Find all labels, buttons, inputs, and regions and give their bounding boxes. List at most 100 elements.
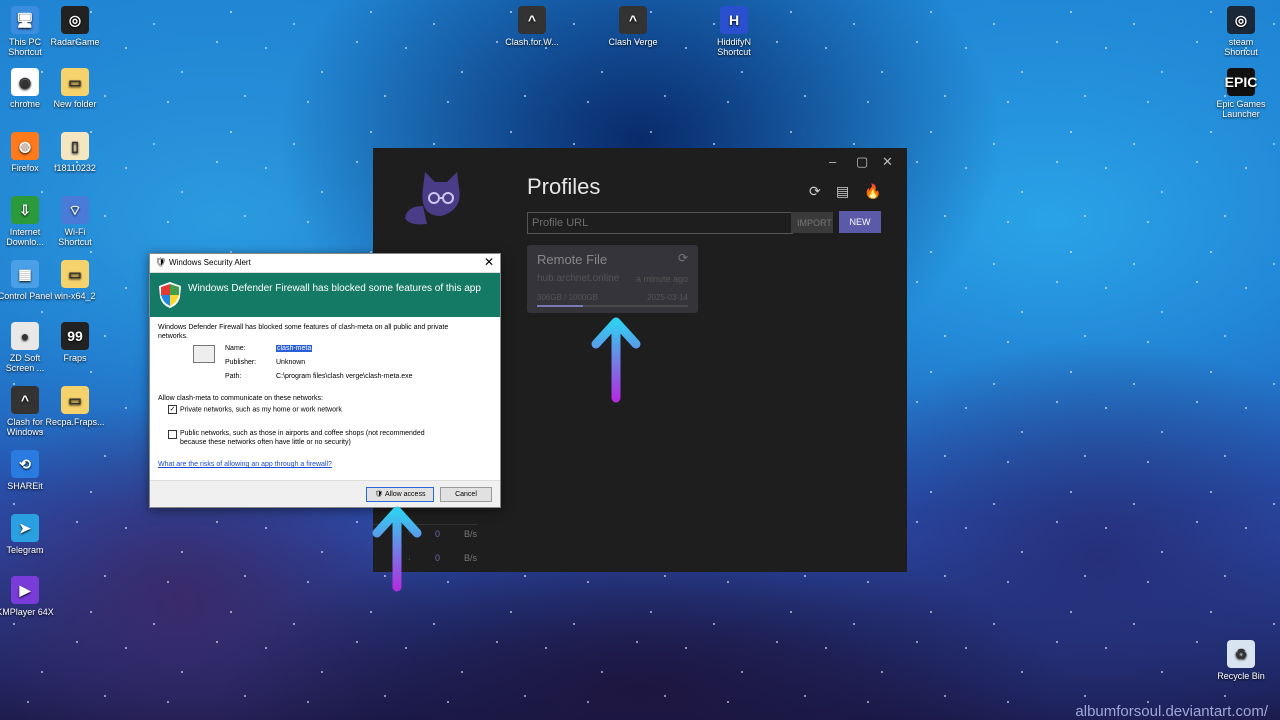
uac-shield-icon: 🛡 xyxy=(374,491,384,498)
close-button[interactable]: ✕ xyxy=(882,154,893,170)
path-label: Path: xyxy=(225,373,242,380)
control-panel-icon: ▦ xyxy=(11,260,39,288)
dialog-header: Windows Defender Firewall has blocked so… xyxy=(150,273,500,317)
cat-icon: ^ xyxy=(11,386,39,414)
desktop-icon-label: HiddifyN Shortcut xyxy=(716,37,751,57)
watermark-text: albumforsoul.deviantart.com/ xyxy=(1075,703,1268,720)
public-networks-label: Public networks, such as those in airpor… xyxy=(180,430,425,446)
annotation-arrow-up-icon xyxy=(372,506,422,592)
name-label: Name: xyxy=(225,345,246,352)
new-button[interactable]: NEW xyxy=(839,211,881,233)
desktop-icon[interactable]: ➤ Telegram xyxy=(0,514,57,555)
desktop-icon[interactable]: ▭ win-x64_2 xyxy=(43,260,107,301)
firewall-risks-link[interactable]: What are the risks of allowing an app th… xyxy=(158,460,332,469)
publisher-label: Publisher: xyxy=(225,359,257,366)
upload-speed-value: 0 xyxy=(435,529,441,539)
desktop-icon[interactable]: ▯ f18110232 xyxy=(43,132,107,173)
name-value-text: clash-meta xyxy=(276,345,313,352)
import-button[interactable]: IMPORT xyxy=(791,212,833,233)
desktop-icon-label: f18110232 xyxy=(54,163,96,173)
shareit-icon: ⟲ xyxy=(11,450,39,478)
download-speed-value: 0 xyxy=(435,553,441,563)
allow-access-button[interactable]: 🛡 Allow access xyxy=(366,487,434,502)
name-value: clash-meta xyxy=(276,344,313,353)
folder-icon: ▭ xyxy=(61,386,89,414)
recycle-bin-icon: ♻ xyxy=(1227,640,1255,668)
desktop-icon[interactable]: ^ Clash Verge xyxy=(601,6,665,47)
private-networks-label: Private networks, such as my home or wor… xyxy=(180,406,342,414)
desktop-icon[interactable]: EPIC Epic Games Launcher xyxy=(1209,68,1273,119)
desktop-icon[interactable]: ⟲ SHAREit xyxy=(0,450,57,491)
document-icon[interactable]: ▤ xyxy=(836,183,849,200)
profile-card[interactable]: Remote File ⟳ hub.archnet.online a minut… xyxy=(527,245,698,313)
firewall-icon: 🛡 xyxy=(155,257,167,267)
minimize-button[interactable]: – xyxy=(829,154,836,169)
profile-name: Remote File xyxy=(537,252,608,267)
allow-access-label: Allow access xyxy=(384,491,426,498)
desktop-icon-label: KMPlayer 64X xyxy=(0,607,54,617)
dialog-titlebar: 🛡 Windows Security Alert ✕ xyxy=(150,254,500,273)
record-icon: ● xyxy=(11,322,39,350)
usage-progress-bar xyxy=(537,305,688,307)
firefox-icon: ◍ xyxy=(11,132,39,160)
kmplayer-icon: ▶ xyxy=(11,576,39,604)
profile-usage: 306GB / 1000GB xyxy=(537,293,598,302)
computer-icon: 🖥 xyxy=(11,6,39,34)
desktop-icon[interactable]: ^ Clash.for.W... xyxy=(500,6,564,47)
profile-url-input[interactable] xyxy=(527,212,793,234)
refresh-icon[interactable]: ⟳ xyxy=(809,183,821,200)
upload-speed-unit: B/s xyxy=(464,529,478,539)
download-speed-unit: B/s xyxy=(464,553,478,563)
dialog-headline: Windows Defender Firewall has blocked so… xyxy=(188,283,481,294)
cat-icon: ^ xyxy=(518,6,546,34)
desktop-icon[interactable]: ◎ steam Shortcut xyxy=(1209,6,1273,57)
private-networks-option[interactable]: ✓ Private networks, such as my home or wo… xyxy=(168,405,342,414)
desktop-icon[interactable]: 99 Fraps xyxy=(43,322,107,363)
windows-shield-icon xyxy=(159,282,181,308)
public-networks-option[interactable]: Public networks, such as those in airpor… xyxy=(168,429,438,447)
telegram-icon: ➤ xyxy=(11,514,39,542)
maximize-button[interactable]: ▢ xyxy=(856,154,868,170)
desktop-icon[interactable]: ▶ KMPlayer 64X xyxy=(0,576,57,617)
dialog-close-button[interactable]: ✕ xyxy=(484,255,494,269)
profile-expire: 2025-03-14 xyxy=(647,293,688,302)
desktop-icon[interactable]: ⌔ Wi-Fi Shortcut xyxy=(43,196,107,247)
desktop-icon[interactable]: ◎ RadarGame xyxy=(43,6,107,47)
allow-prompt: Allow clash-meta to communicate on these… xyxy=(158,395,323,402)
desktop-icon[interactable]: ♻ Recycle Bin xyxy=(1209,640,1273,681)
clash-cat-logo-icon xyxy=(405,172,460,225)
desktop-icon-label: Wi-Fi Shortcut xyxy=(58,227,92,247)
desktop-icon[interactable]: ▭ Recpa.Fraps... xyxy=(43,386,107,427)
desktop-icon-label: Recpa.Fraps... xyxy=(45,417,105,427)
path-value: C:\program files\clash verge\clash-meta.… xyxy=(276,373,413,380)
desktop-icon-label: Clash Verge xyxy=(608,37,658,47)
dialog-footer: 🛡 Allow access Cancel xyxy=(150,480,500,507)
desktop-icon-label: SHAREit xyxy=(7,481,43,491)
windows-security-alert-dialog: 🛡 Windows Security Alert ✕ Windows Defen… xyxy=(149,253,501,508)
idm-icon: ⇩ xyxy=(11,196,39,224)
hiddify-icon: H xyxy=(720,6,748,34)
public-networks-checkbox[interactable] xyxy=(168,430,177,439)
cancel-button[interactable]: Cancel xyxy=(440,487,492,502)
profile-host: hub.archnet.online xyxy=(537,273,620,284)
desktop-icon[interactable]: ▭ New folder xyxy=(43,68,107,109)
desktop-icon[interactable]: H HiddifyN Shortcut xyxy=(702,6,766,57)
private-networks-checkbox[interactable]: ✓ xyxy=(168,405,177,414)
dialog-body: Windows Defender Firewall has blocked so… xyxy=(150,317,500,479)
folder-icon: ▭ xyxy=(61,260,89,288)
profile-refresh-icon[interactable]: ⟳ xyxy=(678,251,688,265)
dialog-title: Windows Security Alert xyxy=(169,258,251,267)
chrome-icon: ◉ xyxy=(11,68,39,96)
epic-icon: EPIC xyxy=(1225,68,1257,96)
desktop-icon-label: win-x64_2 xyxy=(54,291,96,301)
desktop-icon-label: Epic Games Launcher xyxy=(1216,99,1266,119)
fraps-icon: 99 xyxy=(61,322,89,350)
annotation-arrow-up-icon xyxy=(591,317,641,403)
wifi-icon: ⌔ xyxy=(61,196,89,224)
desktop-icon-label: New folder xyxy=(53,99,97,109)
fire-icon[interactable]: 🔥 xyxy=(864,183,881,200)
desktop-icon-label: RadarGame xyxy=(50,37,100,47)
publisher-value: Unknown xyxy=(276,359,306,366)
radar-icon: ◎ xyxy=(61,6,89,34)
dialog-description: Windows Defender Firewall has blocked so… xyxy=(158,324,449,340)
